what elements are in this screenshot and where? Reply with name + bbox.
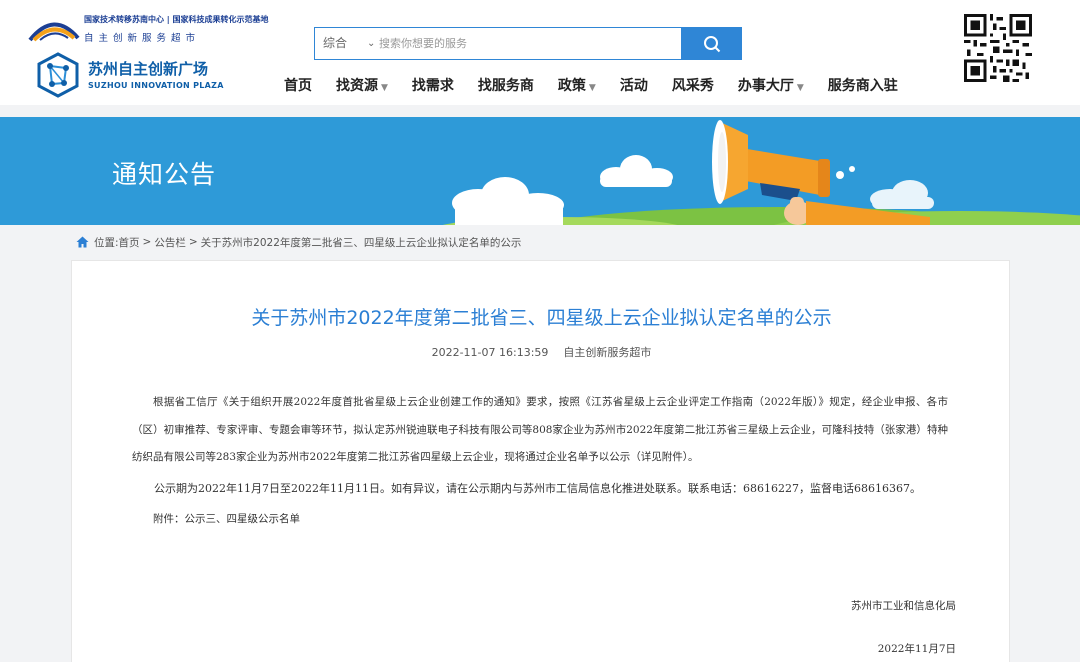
signature-date: 2022年11月7日 <box>877 643 956 655</box>
article-body: 根据省工信厅《关于组织开展2022年度首批省星级上云企业创建工作的通知》要求，按… <box>132 389 948 534</box>
search-bar: 综合 ⌄ <box>314 27 742 60</box>
logo-subtitle: 国家技术转移苏南中心 | 国家科技成果转化示范基地 <box>84 15 269 24</box>
signature-organization: 苏州市工业和信息化局 <box>851 600 956 612</box>
dropdown-arrow-icon: ▼ <box>588 83 596 93</box>
nav-item-home[interactable]: 首页 <box>272 72 324 100</box>
nav-item-events[interactable]: 活动 <box>608 72 660 100</box>
megaphone-icon <box>712 120 855 204</box>
article-datetime: 2022-11-07 16:13:59 <box>431 346 549 359</box>
nav-item-showcase[interactable]: 风采秀 <box>660 72 726 100</box>
breadcrumb-section[interactable]: 公告栏 <box>154 235 186 250</box>
top-logo[interactable]: 国家技术转移苏南中心 | 国家科技成果转化示范基地 自主创新服务超市 <box>26 12 269 46</box>
banner-title: 通知公告 <box>112 160 217 189</box>
nav-item-provider-join[interactable]: 服务商入驻 <box>816 72 910 100</box>
site-header: 国家技术转移苏南中心 | 国家科技成果转化示范基地 自主创新服务超市 苏州自主创… <box>0 0 1080 105</box>
arc-logo-icon <box>28 22 80 42</box>
article-card: 关于苏州市2022年度第二批省三、四星级上云企业拟认定名单的公示 2022-11… <box>71 260 1010 662</box>
article-title: 关于苏州市2022年度第二批省三、四星级上云企业拟认定名单的公示 <box>251 307 832 329</box>
nav-item-service-hall[interactable]: 办事大厅 ▼ <box>726 72 816 100</box>
nav-item-find-resources[interactable]: 找资源 ▼ <box>324 72 400 100</box>
dropdown-arrow-icon: ▼ <box>796 83 804 93</box>
cloud-icon <box>870 180 934 209</box>
article-paragraph: 根据省工信厅《关于组织开展2022年度首批省星级上云企业创建工作的通知》要求，按… <box>132 396 948 463</box>
main-logo[interactable]: 苏州自主创新广场 SUZHOU INNOVATION PLAZA <box>36 52 236 100</box>
chevron-down-icon[interactable]: ⌄ <box>367 28 375 59</box>
breadcrumb-prefix: 位置: <box>94 236 119 249</box>
qr-code-icon <box>964 14 1032 82</box>
search-input[interactable] <box>379 28 679 59</box>
nav-item-find-providers[interactable]: 找服务商 <box>466 72 546 100</box>
search-category-select[interactable]: 综合 <box>323 28 347 59</box>
search-button[interactable] <box>681 27 742 60</box>
cloud-icon <box>452 177 564 225</box>
article-contact-paragraph: 公示期为2022年11月7日至2022年11月11日。如有异议，请在公示期内与苏… <box>154 481 921 495</box>
home-icon <box>76 236 89 248</box>
logo-title-en: SUZHOU INNOVATION PLAZA <box>88 81 224 90</box>
main-nav: 首页 找资源 ▼ 找需求 找服务商 政策 ▼ 活动 风采秀 办事大厅 ▼ 服务商入驻 <box>272 72 910 100</box>
logo-title-cn: 苏州自主创新广场 <box>88 60 209 78</box>
page-banner: 通知公告 <box>0 117 1080 225</box>
nav-item-find-demands[interactable]: 找需求 <box>400 72 466 100</box>
breadcrumb-home[interactable]: 首页 <box>119 235 140 250</box>
breadcrumb-separator: > <box>188 236 198 248</box>
cloud-icon <box>600 155 673 187</box>
logo-tagline: 自主创新服务超市 <box>84 33 201 44</box>
breadcrumb-separator: > <box>142 236 152 248</box>
article-meta: 2022-11-07 16:13:59 自主创新服务超市 <box>72 344 1011 360</box>
nav-item-policy[interactable]: 政策 ▼ <box>546 72 608 100</box>
article-attachment-link[interactable]: 附件：公示三、四星级公示名单 <box>132 506 948 534</box>
hexagon-network-logo-icon <box>37 52 79 98</box>
dropdown-arrow-icon: ▼ <box>381 83 388 93</box>
article-source: 自主创新服务超市 <box>563 346 652 359</box>
search-icon <box>703 35 720 52</box>
breadcrumb-current: 关于苏州市2022年度第二批省三、四星级上云企业拟认定名单的公示 <box>200 236 522 249</box>
breadcrumb: 位置: 首页 > 公告栏 > 关于苏州市2022年度第二批省三、四星级上云企业拟… <box>76 234 521 250</box>
